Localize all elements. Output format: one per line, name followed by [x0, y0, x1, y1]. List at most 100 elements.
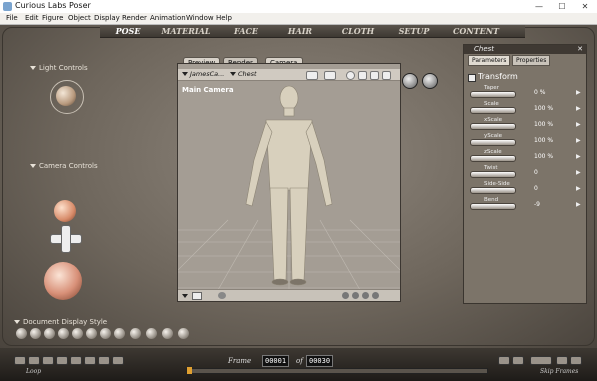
- param-row[interactable]: zScale 100 % ▶: [464, 149, 586, 165]
- tab-properties[interactable]: Properties: [512, 55, 551, 66]
- preview-options-arrow-icon[interactable]: [182, 294, 188, 298]
- current-frame-field[interactable]: 00001: [262, 355, 290, 367]
- light-controls-label[interactable]: Light Controls: [30, 64, 88, 72]
- param-value[interactable]: 100 %: [534, 153, 553, 160]
- param-arrow-icon[interactable]: ▶: [576, 169, 581, 176]
- param-dial[interactable]: [470, 171, 516, 178]
- room-tab-pose[interactable]: POSE: [108, 25, 148, 37]
- panel-close-icon[interactable]: ✕: [577, 45, 583, 54]
- param-arrow-icon[interactable]: ▶: [576, 137, 581, 144]
- param-row[interactable]: xScale 100 % ▶: [464, 117, 586, 133]
- display-style-wireframe-icon[interactable]: [44, 328, 55, 339]
- tab-parameters[interactable]: Parameters: [468, 55, 511, 66]
- menu-file[interactable]: File: [6, 14, 18, 22]
- menu-display[interactable]: Display: [94, 14, 120, 22]
- display-style-textured-icon[interactable]: [146, 328, 157, 339]
- add-keyframe-button[interactable]: [498, 356, 510, 365]
- frame-icon[interactable]: [192, 292, 202, 300]
- step-back-button[interactable]: [42, 356, 54, 365]
- pointer-icon[interactable]: [382, 71, 391, 80]
- menu-animation[interactable]: Animation: [150, 14, 186, 22]
- camera-move-cross-vertical[interactable]: [61, 225, 71, 253]
- play-button[interactable]: [70, 356, 82, 365]
- camera-head-icon[interactable]: [54, 200, 76, 222]
- menu-window[interactable]: Window: [186, 14, 214, 22]
- total-frames-field[interactable]: 00030: [306, 355, 334, 367]
- layout-button-3-icon[interactable]: [362, 292, 369, 299]
- param-value[interactable]: -9: [534, 201, 540, 208]
- part-menu-arrow-icon[interactable]: [230, 72, 236, 76]
- preview-viewport[interactable]: [178, 80, 400, 290]
- room-tab-cloth[interactable]: CLOTH: [336, 25, 380, 37]
- animation-settings-button[interactable]: [570, 356, 582, 365]
- param-row[interactable]: yScale 100 % ▶: [464, 133, 586, 149]
- param-value[interactable]: 0: [534, 185, 538, 192]
- figure-menu-arrow-icon[interactable]: [182, 72, 188, 76]
- room-tab-material[interactable]: MATERIAL: [156, 25, 216, 37]
- display-style-flat-shaded-icon[interactable]: [86, 328, 97, 339]
- param-row[interactable]: Taper 0 % ▶: [464, 85, 586, 101]
- param-dial[interactable]: [470, 123, 516, 130]
- display-style-hidden-line-icon[interactable]: [58, 328, 69, 339]
- param-arrow-icon[interactable]: ▶: [576, 185, 581, 192]
- display-style-shaded-icon[interactable]: [130, 328, 141, 339]
- last-frame-button[interactable]: [112, 356, 124, 365]
- figure-select[interactable]: JamesCa...: [190, 70, 224, 78]
- param-dial[interactable]: [470, 155, 516, 162]
- param-arrow-icon[interactable]: ▶: [576, 121, 581, 128]
- camera-icon[interactable]: [346, 71, 355, 80]
- param-dial[interactable]: [470, 203, 516, 210]
- part-select[interactable]: Chest: [238, 70, 257, 78]
- param-row[interactable]: Twist 0 ▶: [464, 165, 586, 181]
- step-forward-button[interactable]: [84, 356, 96, 365]
- camera-trackball[interactable]: [44, 262, 82, 300]
- param-dial[interactable]: [470, 139, 516, 146]
- display-style-texture-shaded-icon[interactable]: [178, 328, 189, 339]
- menu-render[interactable]: Render: [122, 14, 147, 22]
- param-arrow-icon[interactable]: ▶: [576, 89, 581, 96]
- document-window[interactable]: JamesCa... Chest Main Camera: [177, 63, 401, 302]
- menu-object[interactable]: Object: [68, 14, 91, 22]
- param-value[interactable]: 100 %: [534, 105, 553, 112]
- select-light-button[interactable]: [422, 73, 438, 89]
- param-value[interactable]: 0: [534, 169, 538, 176]
- room-tab-hair[interactable]: HAIR: [280, 25, 320, 37]
- remove-keyframe-button[interactable]: [512, 356, 524, 365]
- display-style-lit-wireframe-icon[interactable]: [72, 328, 83, 339]
- param-value[interactable]: 0 %: [534, 89, 545, 96]
- layout-button-1-icon[interactable]: [342, 292, 349, 299]
- menu-figure[interactable]: Figure: [42, 14, 63, 22]
- param-value[interactable]: 100 %: [534, 137, 553, 144]
- select-figure-button[interactable]: [402, 73, 418, 89]
- param-dial[interactable]: [470, 187, 516, 194]
- next-keyframe-button[interactable]: [98, 356, 110, 365]
- animation-options-button[interactable]: [556, 356, 568, 365]
- display-style-smooth-icon[interactable]: [162, 328, 173, 339]
- edit-keyframes-button[interactable]: [530, 356, 552, 365]
- room-tab-face[interactable]: FACE: [226, 25, 266, 37]
- param-dial[interactable]: [470, 107, 516, 114]
- room-tab-setup[interactable]: SETUP: [392, 25, 436, 37]
- param-value[interactable]: 100 %: [534, 121, 553, 128]
- param-row[interactable]: Bend -9 ▶: [464, 197, 586, 213]
- skip-frames-label[interactable]: Skip Frames: [540, 368, 578, 375]
- prev-keyframe-button[interactable]: [28, 356, 40, 365]
- display-style-flat-lined-icon[interactable]: [100, 328, 111, 339]
- camera-controls-label[interactable]: Camera Controls: [30, 162, 98, 170]
- minimize-button[interactable]: —: [528, 0, 550, 13]
- document-display-style-label[interactable]: Document Display Style: [14, 318, 107, 326]
- display-style-cartoon-icon[interactable]: [114, 328, 125, 339]
- render-button-icon[interactable]: [306, 71, 318, 80]
- section-collapse-icon[interactable]: [468, 74, 476, 82]
- param-dial[interactable]: [470, 91, 516, 98]
- play-first-frame-button[interactable]: [14, 356, 26, 365]
- display-style-outline-icon[interactable]: [30, 328, 41, 339]
- layout-button-4-icon[interactable]: [372, 292, 379, 299]
- timeline-slider[interactable]: [186, 367, 488, 374]
- menu-help[interactable]: Help: [216, 14, 232, 22]
- display-style-silhouette-icon[interactable]: [16, 328, 27, 339]
- shading-sphere-icon[interactable]: [218, 292, 226, 299]
- render-settings-icon[interactable]: [324, 71, 336, 80]
- param-row[interactable]: Side-Side 0 ▶: [464, 181, 586, 197]
- loop-label[interactable]: Loop: [26, 368, 41, 375]
